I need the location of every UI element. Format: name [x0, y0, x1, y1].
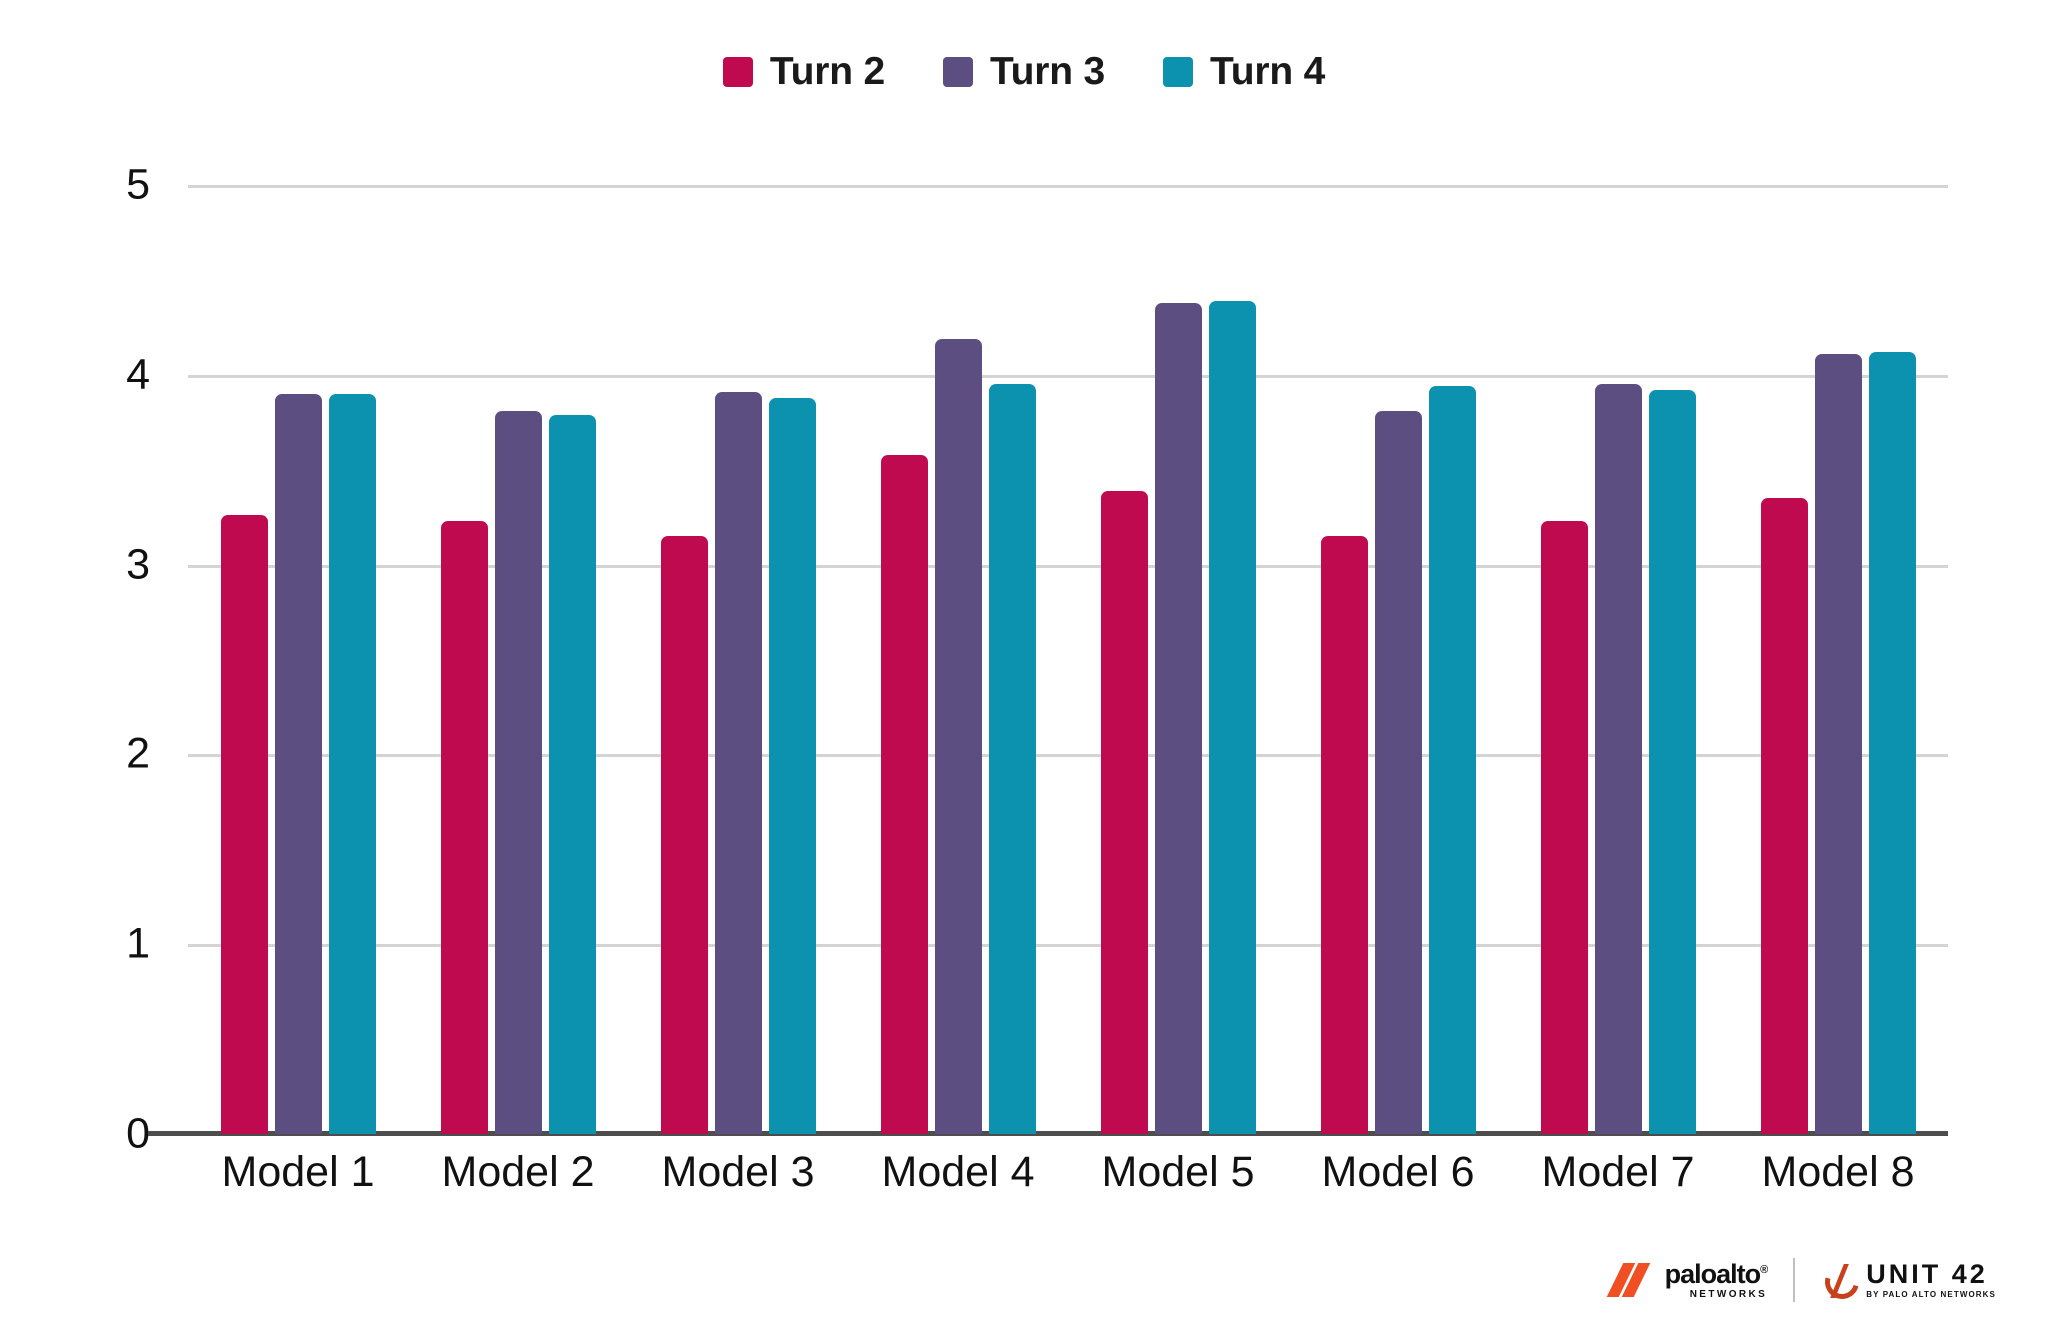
legend-item-turn-4: Turn 4: [1163, 52, 1325, 91]
x-axis-tick-label: Model 8: [1761, 1148, 1915, 1196]
bar[interactable]: [1594, 384, 1642, 1134]
bar[interactable]: [1100, 490, 1148, 1134]
bar[interactable]: [1154, 302, 1202, 1134]
paloalto-wordmark: paloalto® NETWORKS: [1664, 1258, 1769, 1300]
y-axis-tick-label: 1: [126, 919, 150, 968]
paloalto-mark-icon: [1606, 1263, 1655, 1297]
bar[interactable]: [328, 393, 376, 1134]
unit42-subtitle: BY PALO ALTO NETWORKS: [1866, 1290, 1996, 1299]
y-axis-tick-label: 3: [126, 540, 150, 589]
legend-label-turn-2: Turn 2: [769, 50, 885, 93]
bar[interactable]: [988, 384, 1036, 1134]
y-axis: 0 1 2 3 4 5: [0, 163, 150, 1155]
paloalto-networks-logo: paloalto® NETWORKS: [1606, 1258, 1769, 1300]
bar[interactable]: [494, 410, 542, 1134]
y-axis-tick-label: 4: [126, 350, 150, 399]
bar[interactable]: [714, 391, 762, 1134]
bar[interactable]: [768, 397, 816, 1134]
bar-group: [1508, 185, 1728, 1134]
x-axis-tick-label: Model 1: [221, 1148, 375, 1196]
x-axis-tick-label: Model 5: [1101, 1148, 1255, 1196]
x-axis-tick-label: Model 6: [1321, 1148, 1475, 1196]
registered-mark-icon: ®: [1760, 1263, 1768, 1276]
y-axis-tick-label: 0: [126, 1109, 150, 1158]
legend-label-turn-3: Turn 3: [989, 50, 1106, 93]
bar-group: [1288, 185, 1508, 1134]
bar-group: [408, 185, 628, 1134]
unit42-mark-icon: [1818, 1258, 1866, 1306]
bar-groups: [188, 185, 1948, 1134]
bar[interactable]: [934, 338, 982, 1134]
unit42-wordmark: UNIT 42 BY PALO ALTO NETWORKS: [1866, 1261, 1996, 1299]
bar[interactable]: [1374, 410, 1422, 1134]
legend-swatch-turn-3: [942, 56, 973, 87]
x-axis-tick-label: Model 7: [1541, 1148, 1695, 1196]
x-axis-labels: Model 1 Model 2 Model 3 Model 4 Model 5 Model…: [188, 1148, 1948, 1197]
bar[interactable]: [1540, 520, 1588, 1134]
bar[interactable]: [1428, 386, 1476, 1134]
bar[interactable]: [1320, 536, 1368, 1134]
x-axis-tick-label: Model 4: [881, 1148, 1035, 1196]
legend-swatch-turn-4: [1163, 56, 1194, 87]
legend-item-turn-2: Turn 2: [722, 50, 885, 93]
paloalto-name-text: paloalto: [1664, 1258, 1762, 1289]
bar[interactable]: [1648, 389, 1696, 1134]
legend-swatch-turn-2: [722, 56, 753, 87]
y-axis-tick-label: 5: [126, 160, 150, 209]
bar[interactable]: [1760, 498, 1808, 1134]
bar[interactable]: [1868, 352, 1916, 1134]
bar[interactable]: [440, 520, 488, 1134]
y-axis-tick-label: 2: [126, 729, 150, 778]
footer-logos: paloalto® NETWORKS UNIT 42 BY PALO ALTO …: [1606, 1258, 1996, 1306]
legend-label-turn-4: Turn 4: [1210, 50, 1326, 93]
bar-group: [1068, 185, 1288, 1134]
chart-legend: Turn 2 Turn 3 Turn 4: [0, 52, 2048, 91]
bar[interactable]: [660, 536, 708, 1134]
bar-group: [1728, 185, 1948, 1134]
bar[interactable]: [1814, 353, 1862, 1134]
x-axis-tick-label: Model 2: [441, 1148, 595, 1196]
logo-divider: [1793, 1258, 1796, 1302]
bar[interactable]: [274, 393, 322, 1134]
x-axis-tick-label: Model 3: [661, 1148, 815, 1196]
bar[interactable]: [880, 454, 928, 1134]
unit42-name: UNIT 42: [1866, 1259, 1988, 1289]
bar-group: [848, 185, 1068, 1134]
bar-group: [188, 185, 408, 1134]
bar[interactable]: [548, 414, 596, 1134]
unit-42-logo: UNIT 42 BY PALO ALTO NETWORKS: [1818, 1258, 1996, 1306]
legend-item-turn-3: Turn 3: [942, 50, 1106, 93]
bar-group: [628, 185, 848, 1134]
bar[interactable]: [220, 515, 268, 1134]
bar[interactable]: [1208, 300, 1256, 1134]
paloalto-name: paloalto®: [1664, 1258, 1769, 1289]
paloalto-subtitle: NETWORKS: [1689, 1288, 1768, 1300]
